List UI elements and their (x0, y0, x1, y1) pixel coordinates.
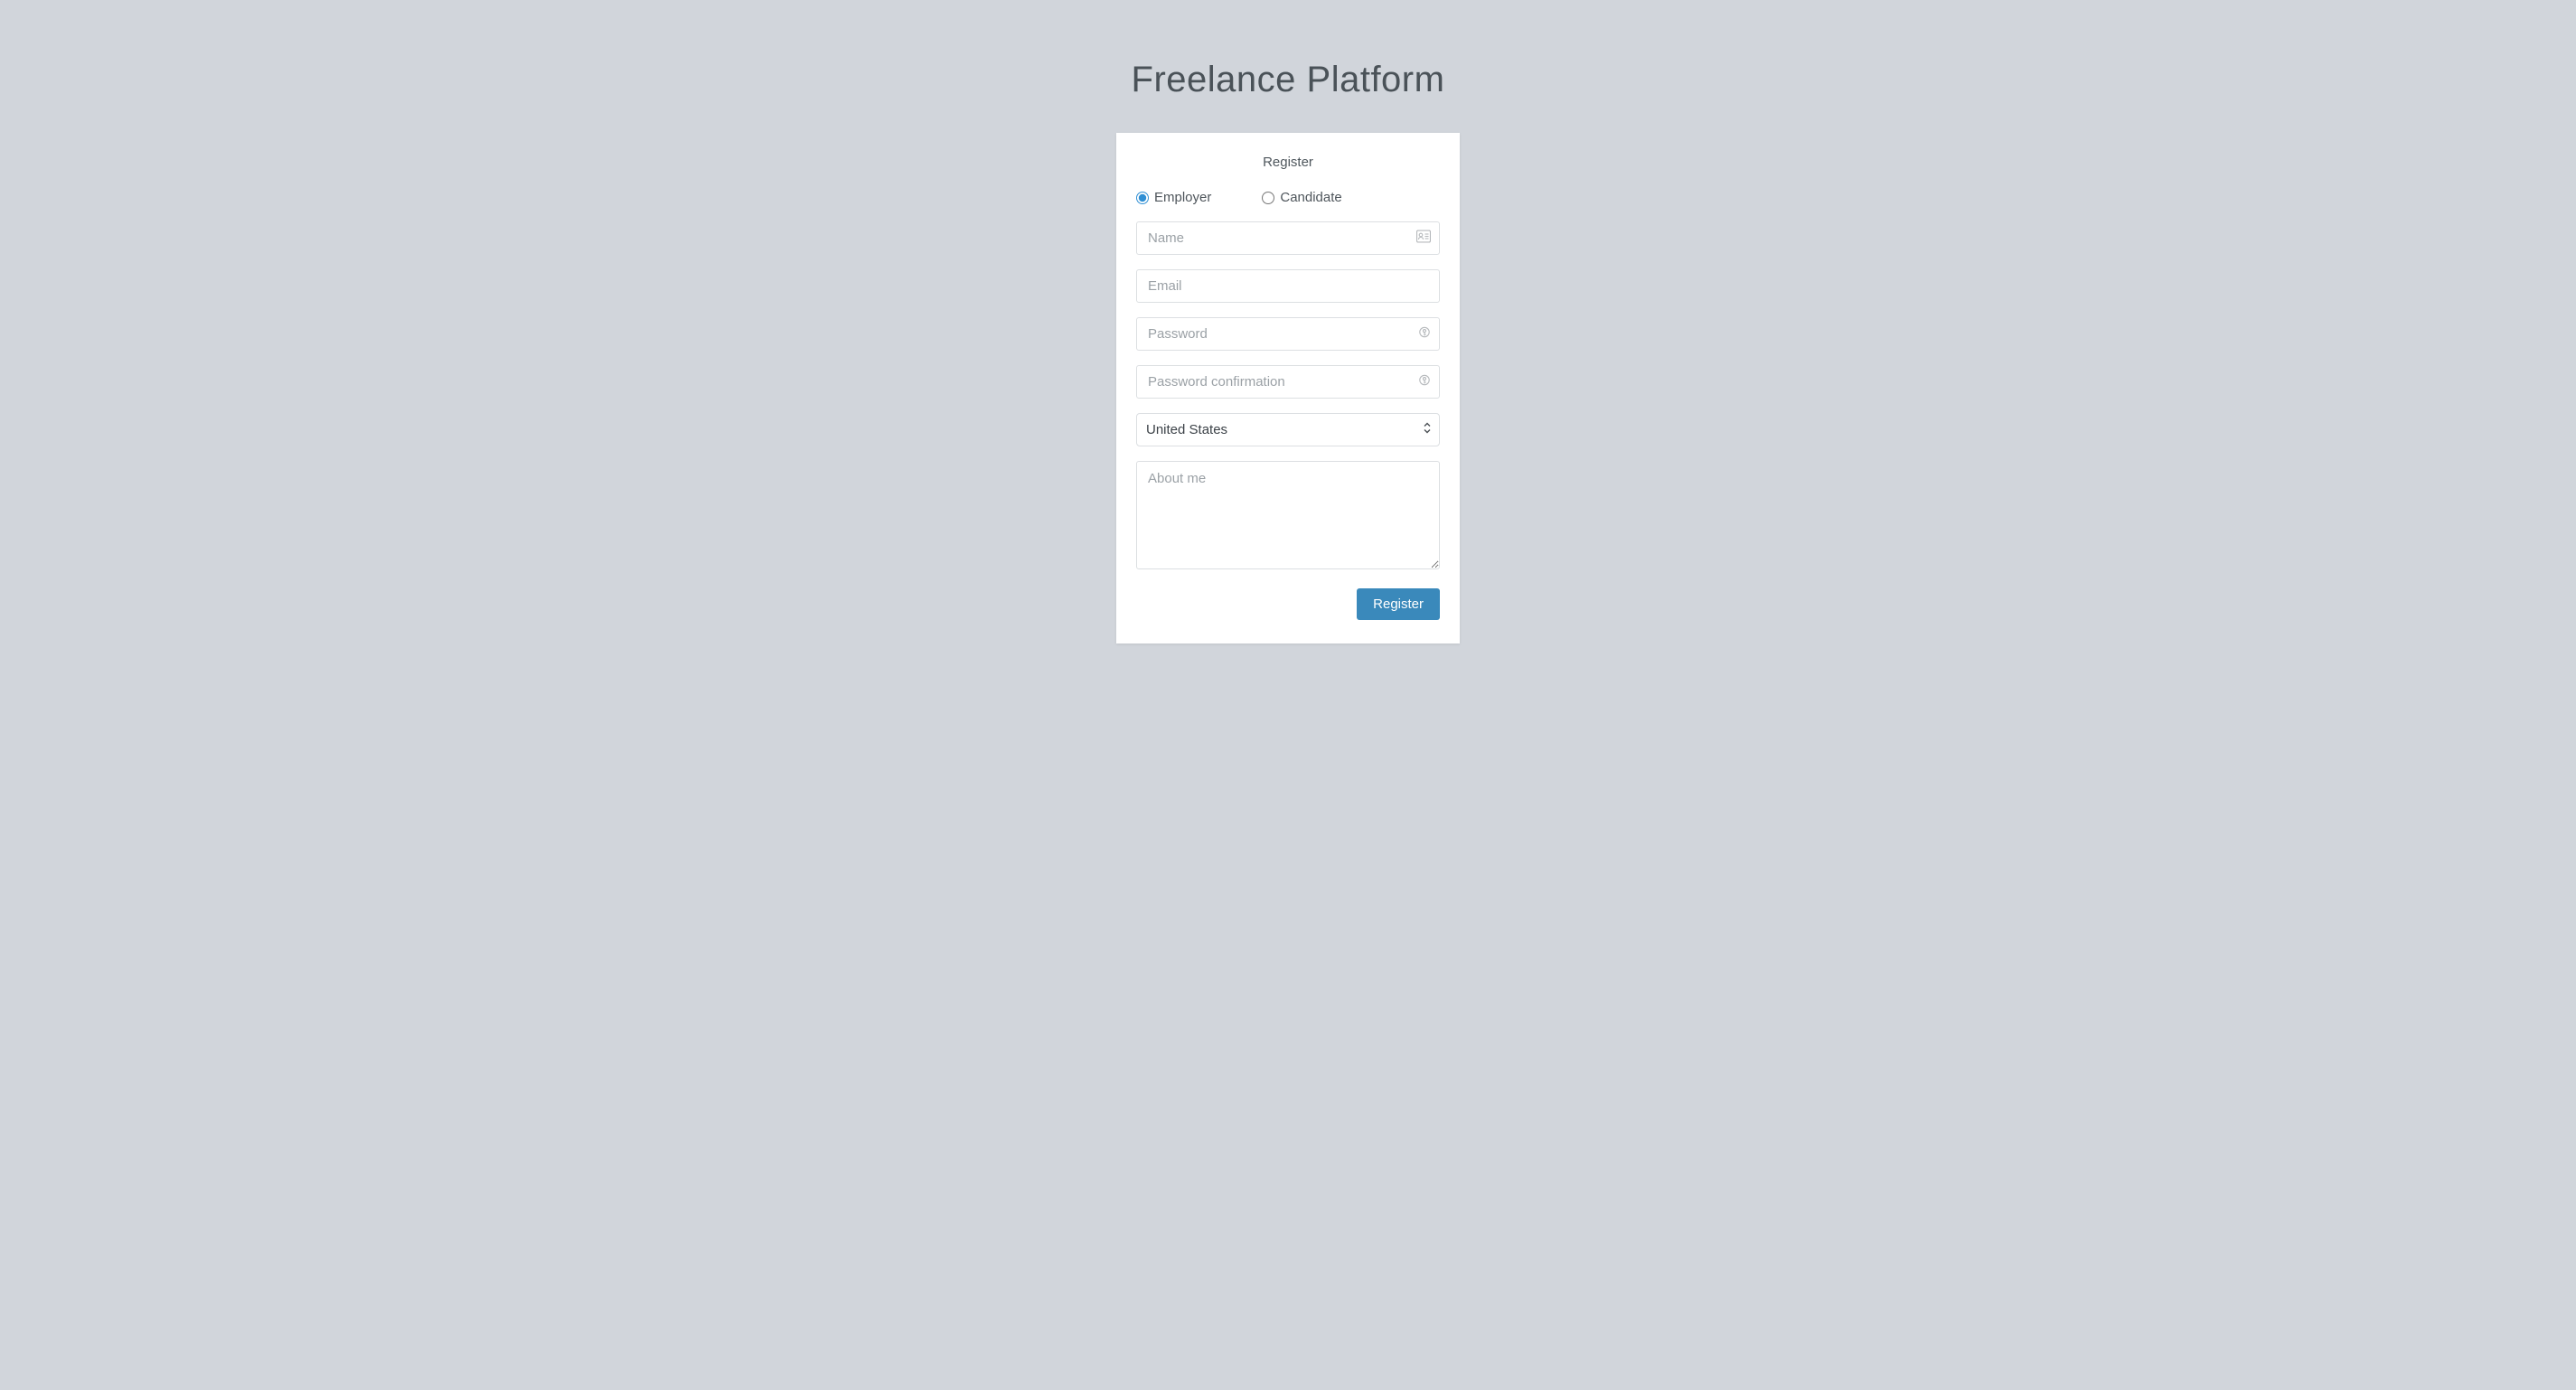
about-group (1136, 461, 1440, 574)
register-button[interactable]: Register (1357, 588, 1440, 620)
password-confirmation-input[interactable] (1136, 365, 1440, 399)
form-heading: Register (1136, 155, 1440, 170)
register-card: Register Employer Candidate (1116, 133, 1460, 643)
name-input[interactable] (1136, 221, 1440, 255)
about-textarea[interactable] (1136, 461, 1440, 569)
email-group (1136, 269, 1440, 303)
role-candidate-label[interactable]: Candidate (1280, 190, 1341, 205)
form-actions: Register (1136, 588, 1440, 620)
email-input[interactable] (1136, 269, 1440, 303)
password-input[interactable] (1136, 317, 1440, 351)
country-group: United States (1136, 413, 1440, 446)
country-select[interactable]: United States (1136, 413, 1440, 446)
role-radio-group: Employer Candidate (1136, 190, 1440, 205)
page-title: Freelance Platform (0, 0, 2576, 133)
password-confirmation-group (1136, 365, 1440, 399)
radio-employer-wrapper: Employer (1136, 190, 1211, 205)
role-candidate-radio[interactable] (1262, 192, 1274, 204)
name-group (1136, 221, 1440, 255)
role-employer-label[interactable]: Employer (1154, 190, 1211, 205)
radio-candidate-wrapper: Candidate (1262, 190, 1341, 205)
password-group (1136, 317, 1440, 351)
role-employer-radio[interactable] (1136, 192, 1149, 204)
